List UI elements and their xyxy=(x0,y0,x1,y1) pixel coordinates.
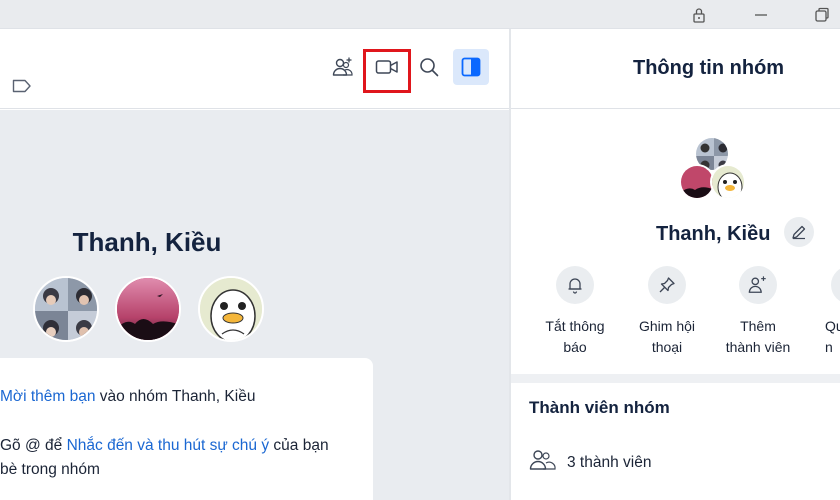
section-separator xyxy=(511,374,840,383)
panel-toggle-button[interactable] xyxy=(453,49,489,85)
invite-line: Mời thêm bạn vào nhóm Thanh, Kiều xyxy=(0,388,256,405)
members-section: Thành viên nhóm 3 thành viên xyxy=(511,383,840,500)
member-avatar[interactable] xyxy=(115,276,181,342)
lock-icon[interactable] xyxy=(689,5,709,25)
mention-line: Gõ @ để Nhắc đến và thu hút sự chú ý của… xyxy=(0,437,329,454)
pin-conversation-action[interactable]: Ghim hội thoại xyxy=(627,266,707,358)
pin-icon xyxy=(648,266,686,304)
members-count: 3 thành viên xyxy=(567,453,652,471)
bell-icon xyxy=(556,266,594,304)
members-section-title: Thành viên nhóm xyxy=(529,398,670,417)
group-title: Thanh, Kiều xyxy=(72,227,222,257)
add-member-icon[interactable] xyxy=(325,49,361,85)
tag-icon[interactable] xyxy=(12,79,32,98)
restore-icon[interactable] xyxy=(812,5,832,25)
manage-group-action[interactable]: Qu n xyxy=(807,266,840,358)
minimize-icon[interactable] xyxy=(751,5,771,25)
pencil-icon xyxy=(792,225,806,240)
members-count-row[interactable]: 3 thành viên xyxy=(529,448,651,477)
search-icon[interactable] xyxy=(411,49,447,85)
info-panel-title: Thông tin nhóm xyxy=(633,57,785,79)
edit-name-button[interactable] xyxy=(784,217,814,247)
mention-link[interactable]: Nhắc đến và thu hút sự chú ý xyxy=(67,437,270,454)
member-avatar[interactable] xyxy=(198,276,264,342)
members-icon xyxy=(529,448,557,477)
mention-line-continued: bè trong nhóm xyxy=(0,461,100,478)
group-name: Thanh, Kiều xyxy=(656,223,771,245)
group-avatar-member xyxy=(710,164,746,200)
add-member-icon xyxy=(739,266,777,304)
add-member-action[interactable]: Thêm thành viên xyxy=(718,266,798,358)
invite-friends-link[interactable]: Mời thêm bạn xyxy=(0,388,95,405)
info-panel-group: Thanh, Kiều Tắt thông báo Ghim hội thoại T… xyxy=(511,110,840,374)
info-panel-header: Thông tin nhóm xyxy=(511,29,840,109)
manage-icon xyxy=(831,266,840,304)
chat-header xyxy=(0,29,510,109)
mute-notifications-action[interactable]: Tắt thông báo xyxy=(535,266,615,358)
video-call-highlight xyxy=(363,49,411,93)
welcome-card: Mời thêm bạn vào nhóm Thanh, Kiều Gõ @ đ… xyxy=(0,358,373,500)
member-avatar[interactable] xyxy=(33,276,99,342)
window-titlebar xyxy=(0,0,840,29)
